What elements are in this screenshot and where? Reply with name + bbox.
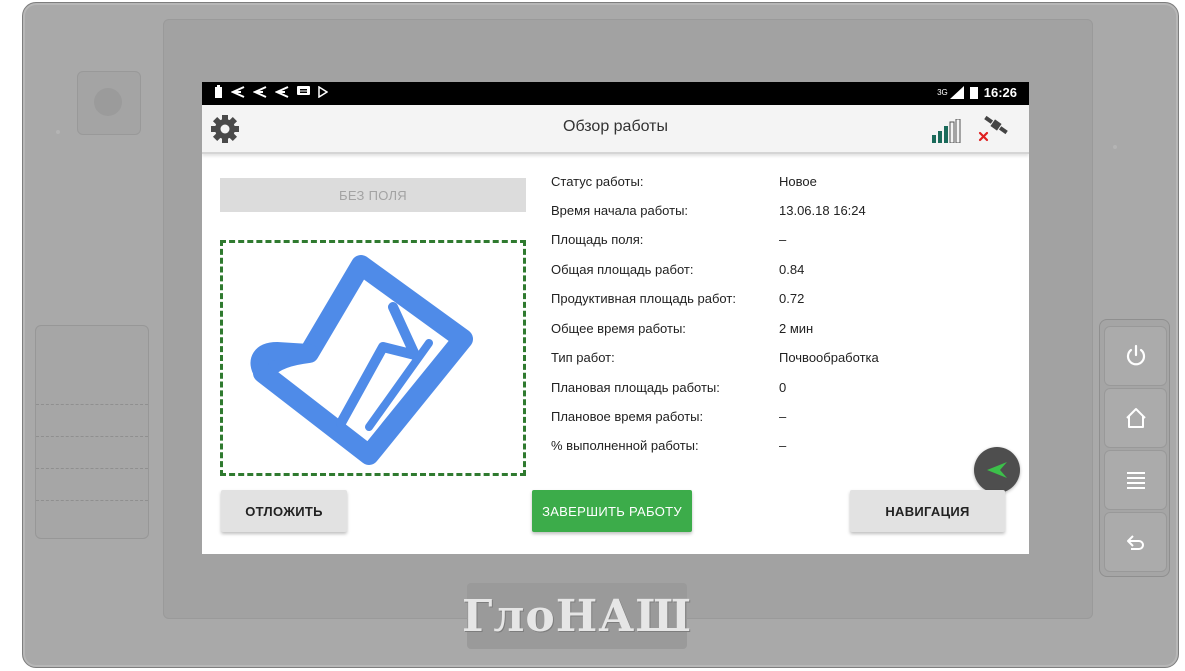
info-label: Продуктивная площадь работ: [551,291,736,306]
signal-bars-icon [932,119,961,143]
power-icon [1126,344,1145,366]
back-icon [1126,535,1144,550]
message-icon [297,86,310,95]
sensor-dot [1113,145,1117,149]
info-label: Плановое время работы: [551,409,704,424]
play-icon [318,86,328,98]
share-icon [231,86,245,98]
info-value: 0.84 [779,262,805,277]
info-value: Новое [779,174,817,189]
hardware-buttons [1099,319,1170,577]
home-icon [1125,408,1146,428]
status-right: 3G 16:26 [937,85,1017,100]
battery-icon [969,87,978,99]
info-value: – [779,438,787,453]
power-button[interactable] [1104,326,1167,386]
info-value: 2 мин [779,321,814,336]
side-grip [35,325,149,539]
info-value: Почвообработка [779,350,879,365]
menu-button[interactable] [1104,450,1167,510]
no-field-button[interactable]: БЕЗ ПОЛЯ [220,178,526,212]
info-label: Площадь поля: [551,232,644,247]
info-value: – [779,409,787,424]
map-icon [250,255,473,465]
network-type: 3G [937,88,948,97]
home-button[interactable] [1104,388,1167,448]
app-screen: 3G 16:26 Обзор работы БЕЗ ПОЛЯ Статус ра… [202,82,1029,554]
info-value: 0.72 [779,291,805,306]
navigation-arrow-icon [987,462,1007,478]
page-title: Обзор работы [563,118,668,135]
satellite-off-icon [978,115,1008,142]
share-icon [253,86,267,98]
notification-icons [214,85,328,99]
battery-icon [215,85,222,98]
clock: 16:26 [983,85,1017,100]
app-bar: Обзор работы [202,105,1029,154]
info-label: Время начала работы: [551,203,689,218]
info-label: Плановая площадь работы: [551,380,720,395]
info-label: Общее время работы: [551,321,686,336]
info-label: Тип работ: [551,350,615,365]
postpone-button[interactable]: ОТЛОЖИТЬ [221,490,347,532]
info-label: Общая площадь работ: [551,262,694,277]
camera [77,71,141,135]
status-bar: 3G 16:26 [202,82,1029,105]
menu-icon [1126,472,1145,489]
brand-logo: ГлоНАШ [462,583,691,649]
navigation-fab[interactable] [974,447,1020,493]
finish-work-button[interactable]: ЗАВЕРШИТЬ РАБОТУ [532,490,692,532]
info-label: Статус работы: [551,174,644,189]
info-value: 0 [779,380,787,395]
info-label: % выполненной работы: [551,438,699,453]
navigation-button[interactable]: НАВИГАЦИЯ [850,490,1005,532]
field-map-area[interactable] [220,240,526,476]
sensor-dot [56,130,60,134]
cell-signal-icon [949,86,964,99]
back-button[interactable] [1104,512,1167,572]
share-icon [275,86,289,98]
info-value: 13.06.18 16:24 [779,203,866,218]
info-value: – [779,232,787,247]
